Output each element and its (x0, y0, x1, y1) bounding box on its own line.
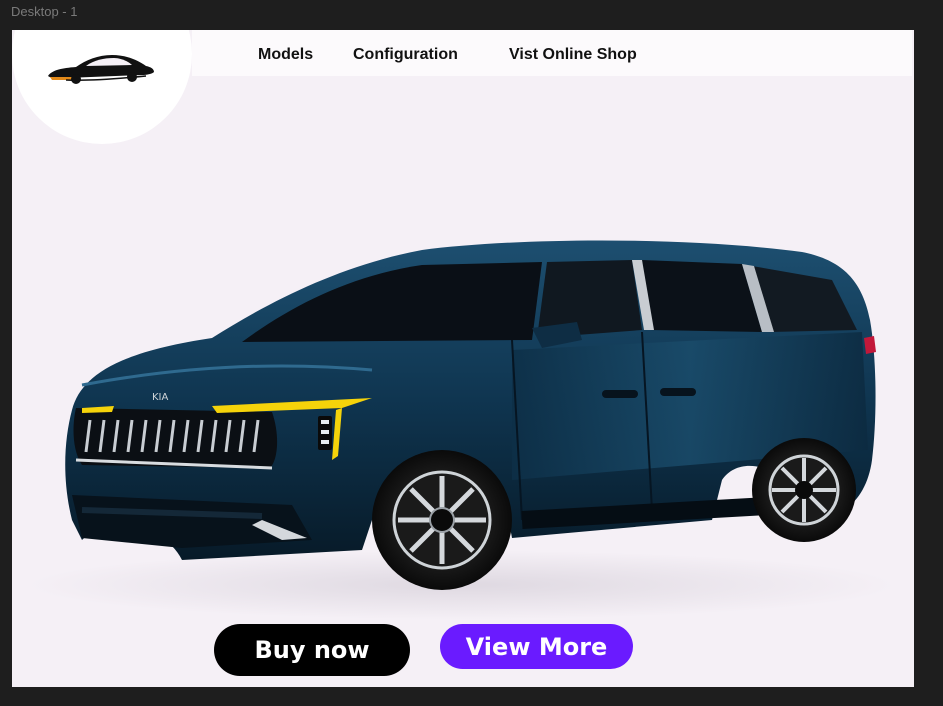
car-silhouette-icon[interactable] (46, 50, 156, 88)
nav-online-shop[interactable]: Vist Online Shop (509, 46, 637, 64)
minivan-image: KIA (65, 240, 876, 590)
nav-configuration[interactable]: Configuration (353, 46, 458, 64)
nav-models[interactable]: Models (258, 46, 313, 64)
svg-text:KIA: KIA (152, 392, 169, 403)
desktop-frame: Models Configuration Vist Online Shop KI… (12, 30, 914, 687)
buy-now-button[interactable]: Buy now (214, 624, 410, 676)
view-more-button[interactable]: View More (440, 624, 633, 669)
frame-label: Desktop - 1 (11, 4, 78, 19)
